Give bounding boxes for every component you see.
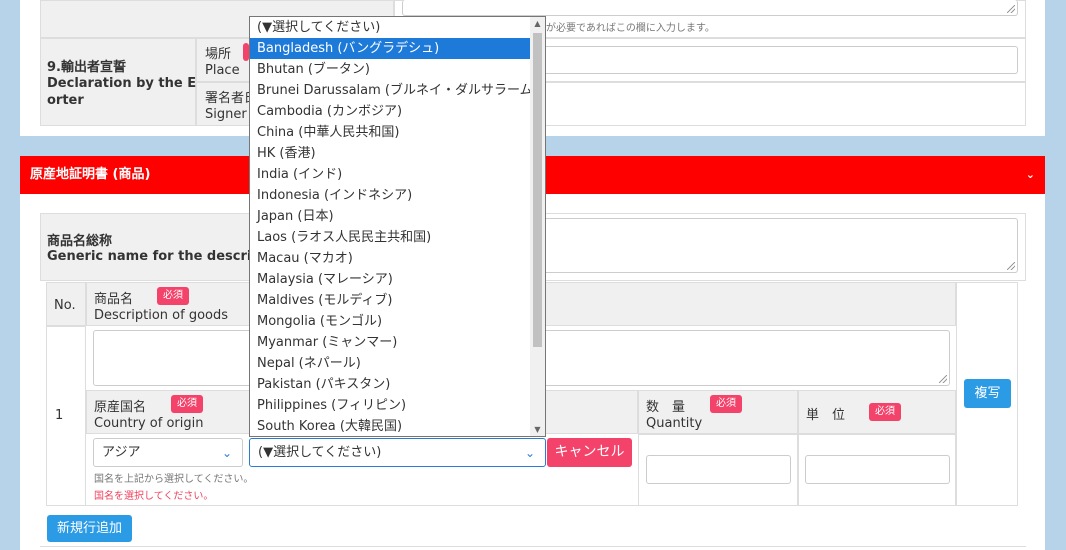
dropdown-option[interactable]: Cambodia (カンボジア) bbox=[250, 101, 530, 122]
quantity-header-en: Quantity bbox=[646, 416, 703, 431]
dropdown-option[interactable]: Pakistan (パキスタン) bbox=[250, 374, 530, 395]
resize-grip-icon[interactable] bbox=[1007, 262, 1015, 270]
region-select[interactable]: アジア ⌄ bbox=[93, 438, 243, 467]
no-header: No. bbox=[54, 298, 76, 313]
resize-grip-icon[interactable] bbox=[1007, 5, 1015, 13]
top-textarea[interactable] bbox=[402, 0, 1018, 16]
required-badge: 必須 bbox=[869, 403, 901, 421]
country-select-value: (▼選択してください) bbox=[258, 445, 382, 460]
required-badge: 必須 bbox=[157, 287, 189, 305]
dropdown-option[interactable]: Philippines (フィリピン) bbox=[250, 395, 530, 416]
chevron-down-icon: ⌄ bbox=[524, 446, 535, 460]
quantity-input[interactable] bbox=[646, 455, 791, 484]
dropdown-option[interactable]: Maldives (モルディブ) bbox=[250, 290, 530, 311]
dropdown-option[interactable]: South Korea (大韓民国) bbox=[250, 416, 530, 436]
scroll-up-icon[interactable]: ▲ bbox=[530, 19, 545, 28]
dropdown-option[interactable]: HK (香港) bbox=[250, 143, 530, 164]
row-number: 1 bbox=[55, 408, 64, 423]
origin-header-jp: 原産国名 bbox=[94, 400, 147, 415]
country-dropdown-list[interactable]: (▼選択してください) Bangladesh (バングラデシュ) Bhutan (ブ… bbox=[249, 16, 546, 437]
dropdown-option[interactable]: Malaysia (マレーシア) bbox=[250, 269, 530, 290]
declaration-label-jp: 9.輸出者宣誓 bbox=[47, 60, 126, 75]
scrollbar-thumb[interactable] bbox=[533, 33, 542, 347]
dropdown-option[interactable]: Japan (日本) bbox=[250, 206, 530, 227]
quantity-header-jp: 数 量 bbox=[646, 400, 686, 415]
resize-grip-icon[interactable] bbox=[939, 375, 947, 383]
place-label-en: Place bbox=[205, 63, 240, 78]
dropdown-option[interactable]: Laos (ラオス人民民主共和国) bbox=[250, 227, 530, 248]
origin-header-en: Country of origin bbox=[94, 416, 204, 431]
dropdown-option[interactable]: Macau (マカオ) bbox=[250, 248, 530, 269]
required-badge: 必須 bbox=[710, 395, 742, 413]
chevron-down-icon[interactable]: ⌄ bbox=[1026, 156, 1035, 194]
generic-name-textarea[interactable] bbox=[540, 218, 1018, 273]
declaration-label-en-1: Declaration by the Exp bbox=[47, 76, 214, 91]
cancel-button[interactable]: キャンセル bbox=[547, 438, 632, 467]
dropdown-option[interactable]: (▼選択してください) bbox=[250, 17, 530, 38]
required-badge: 必須 bbox=[171, 395, 203, 413]
unit-header-jp: 単 位 bbox=[806, 408, 846, 423]
row-no-cell bbox=[46, 326, 86, 506]
dropdown-option[interactable]: China (中華人民共和国) bbox=[250, 122, 530, 143]
chevron-down-icon: ⌄ bbox=[221, 446, 232, 460]
country-hint: 国名を上記から選択してください。 bbox=[94, 474, 254, 485]
add-row-button[interactable]: 新規行追加 bbox=[47, 515, 132, 542]
declaration-label-en-2: orter bbox=[47, 93, 84, 108]
dropdown-option[interactable]: Bangladesh (バングラデシュ) bbox=[250, 38, 530, 59]
dropdown-option[interactable]: India (インド) bbox=[250, 164, 530, 185]
divider bbox=[40, 546, 1026, 547]
dropdown-option[interactable]: Nepal (ネパール) bbox=[250, 353, 530, 374]
top-hint: が必要であればこの欄に入力します。 bbox=[546, 23, 715, 34]
dropdown-options: (▼選択してください) Bangladesh (バングラデシュ) Bhutan (ブ… bbox=[250, 17, 545, 436]
place-label-jp: 場所 bbox=[205, 47, 232, 62]
unit-input[interactable] bbox=[805, 455, 950, 484]
desc-header-jp: 商品名 bbox=[94, 292, 134, 307]
dropdown-option[interactable]: Brunei Darussalam (ブルネイ・ダルサラーム) bbox=[250, 80, 538, 101]
country-error: 国名を選択してください。 bbox=[94, 491, 214, 502]
section-title: 原産地証明書 (商品) bbox=[30, 167, 151, 182]
dropdown-option[interactable]: Myanmar (ミャンマー) bbox=[250, 332, 530, 353]
dropdown-option[interactable]: Mongolia (モンゴル) bbox=[250, 311, 530, 332]
place-input[interactable] bbox=[540, 46, 1018, 74]
dropdown-option[interactable]: Indonesia (インドネシア) bbox=[250, 185, 530, 206]
dropdown-option[interactable]: Bhutan (ブータン) bbox=[250, 59, 530, 80]
dropdown-scrollbar[interactable]: ▲ ▼ bbox=[530, 17, 545, 436]
country-select[interactable]: (▼選択してください) ⌄ bbox=[249, 438, 546, 467]
desc-header-en: Description of goods bbox=[94, 308, 229, 323]
scroll-down-icon[interactable]: ▼ bbox=[530, 425, 545, 434]
copy-button[interactable]: 複写 bbox=[964, 379, 1011, 408]
region-select-value: アジア bbox=[102, 445, 141, 460]
generic-name-label-jp: 商品名総称 bbox=[47, 234, 113, 249]
